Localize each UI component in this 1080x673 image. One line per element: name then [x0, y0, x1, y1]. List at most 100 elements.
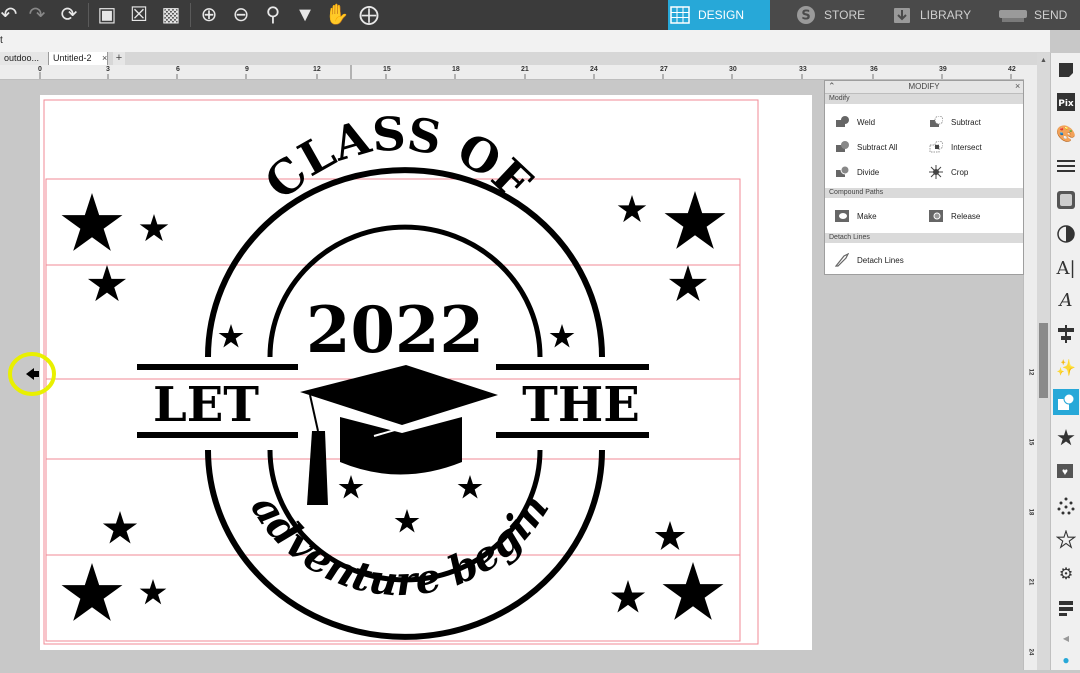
secondary-toolbar: t — [0, 30, 1050, 53]
page-setup-icon[interactable] — [1053, 57, 1079, 83]
ruler-label: 0 — [38, 66, 42, 73]
transparency-icon[interactable] — [1053, 221, 1079, 247]
close-icon[interactable]: × — [1015, 81, 1020, 91]
scrollbar-thumb[interactable] — [1039, 323, 1048, 398]
release-compound-button[interactable]: Release — [929, 210, 980, 222]
ruler-label: 3 — [106, 66, 110, 73]
undo-icon[interactable]: ↶ — [0, 2, 22, 28]
close-tab-icon[interactable]: × — [102, 53, 112, 64]
layers-icon[interactable] — [1053, 595, 1079, 621]
right-toolbar: Pix 🎨 A| A ✨ ♥ ⚙ ◀ ● — [1050, 53, 1080, 670]
crop-icon — [929, 165, 943, 179]
section-header: Compound Paths — [825, 188, 1023, 198]
fit-to-page-icon[interactable]: ⨁ — [356, 2, 382, 28]
zoom-out-icon[interactable]: ⊖ — [228, 2, 254, 28]
ungroup-icon[interactable]: ☒ — [126, 2, 152, 28]
star-icon — [662, 562, 724, 620]
scroll-up-icon[interactable]: ▲ — [1040, 57, 1047, 64]
make-compound-button[interactable]: Make — [835, 210, 877, 222]
panel-header[interactable]: ⌃ MODIFY × — [825, 81, 1023, 94]
section-header: Detach Lines — [825, 233, 1023, 243]
tab-send[interactable]: SEND — [990, 0, 1080, 30]
crop-button[interactable]: Crop — [929, 165, 968, 179]
tab-design[interactable]: DESIGN — [668, 0, 770, 30]
toolbar-divider — [88, 3, 89, 27]
silhouette-s-icon: S — [794, 4, 818, 26]
star-shape-icon[interactable] — [1053, 425, 1079, 451]
ruler-label: 36 — [870, 66, 878, 73]
pixscan-icon[interactable]: Pix — [1053, 89, 1079, 115]
tab-library[interactable]: LIBRARY — [886, 0, 990, 30]
align-icon[interactable] — [1053, 321, 1079, 347]
star-icon — [610, 580, 646, 613]
collapse-panel-handle[interactable] — [8, 351, 58, 397]
svg-text:♥: ♥ — [1062, 467, 1068, 478]
horizontal-ruler: 0 3 6 9 12 15 18 21 24 27 30 33 36 39 42 — [0, 65, 1050, 80]
star-icon — [664, 191, 726, 249]
star-icon — [139, 214, 169, 242]
text-style-icon[interactable]: A| — [1053, 255, 1079, 281]
zoom-selected-icon[interactable]: ⚲ — [260, 2, 286, 28]
bar-right-top — [496, 364, 649, 370]
star-icon — [218, 324, 244, 348]
star-icon — [617, 195, 647, 223]
design-artwork: CLASS OF 2022 LET THE adventure begin — [43, 99, 759, 645]
doc-tab-outdoor[interactable]: outdoo... — [0, 52, 49, 65]
intersect-icon — [929, 141, 943, 153]
cutter-icon — [998, 4, 1028, 26]
svg-text:S: S — [801, 9, 810, 24]
line-style-icon[interactable] — [1053, 153, 1079, 179]
star-outline-icon[interactable] — [1053, 527, 1079, 553]
svg-text:Pix: Pix — [1058, 99, 1074, 109]
pan-hand-icon[interactable]: ✋ — [324, 2, 350, 28]
refresh-icon[interactable]: ⟳ — [56, 2, 82, 28]
ruler-label: 15 — [1027, 438, 1034, 446]
make-compound-icon — [835, 210, 849, 222]
script-text: adventure begin — [242, 486, 559, 606]
document-tabs: outdoo... Untitled-2 × + — [0, 52, 1050, 65]
detach-lines-button[interactable]: Detach Lines — [835, 253, 904, 267]
subtract-button[interactable]: Subtract — [929, 116, 981, 128]
subtract-icon — [929, 116, 943, 128]
add-tab-icon[interactable]: + — [113, 52, 125, 65]
subtract-all-button[interactable]: Subtract All — [835, 141, 897, 153]
tab-store[interactable]: S STORE — [770, 0, 886, 30]
ruler-label: 12 — [1027, 368, 1034, 376]
fill-palette-icon[interactable]: 🎨 — [1053, 121, 1079, 147]
rhinestone-icon[interactable] — [1053, 493, 1079, 519]
star-icon — [139, 579, 167, 605]
ruler-label: 9 — [245, 66, 249, 73]
redo-icon[interactable]: ↷ — [24, 2, 50, 28]
library-heart-icon[interactable]: ♥ — [1053, 459, 1079, 485]
tab-store-label: STORE — [824, 8, 866, 22]
star-icon — [87, 265, 127, 302]
year-text: 2022 — [306, 293, 484, 368]
star-icon — [668, 265, 708, 302]
ruler-label: 39 — [939, 66, 947, 73]
doc-tab-untitled-2[interactable]: Untitled-2 — [49, 52, 108, 65]
design-page[interactable]: CLASS OF 2022 LET THE adventure begin — [40, 95, 812, 650]
ruler-label: 27 — [660, 66, 668, 73]
group-icon[interactable]: ▣ — [94, 2, 120, 28]
zoom-in-icon[interactable]: ⊕ — [196, 2, 222, 28]
move-down-icon[interactable]: ▼ — [292, 2, 318, 28]
vertical-ruler: 12 15 18 21 24 — [1023, 79, 1038, 670]
star-icon — [61, 563, 123, 621]
tab-design-label: DESIGN — [698, 8, 745, 22]
arrow-left-icon — [26, 368, 34, 380]
star-icon — [61, 193, 123, 251]
vertical-scrollbar[interactable]: ▲ — [1037, 53, 1050, 670]
intersect-button[interactable]: Intersect — [929, 141, 982, 153]
ruler-label: 21 — [521, 66, 529, 73]
ruler-label: 21 — [1027, 578, 1034, 586]
text-sketch-icon[interactable]: A — [1053, 287, 1079, 313]
weld-button[interactable]: Weld — [835, 116, 875, 128]
transform-icon[interactable]: ✨ — [1053, 355, 1079, 381]
modify-icon[interactable] — [1053, 389, 1079, 415]
release-compound-icon[interactable]: ▩ — [158, 2, 184, 28]
sketch-icon[interactable] — [1053, 187, 1079, 213]
divide-button[interactable]: Divide — [835, 166, 879, 178]
puzzle-icon[interactable]: ⚙ — [1053, 561, 1079, 587]
weld-icon — [835, 116, 849, 128]
robot-icon[interactable]: ● — [1053, 647, 1079, 673]
